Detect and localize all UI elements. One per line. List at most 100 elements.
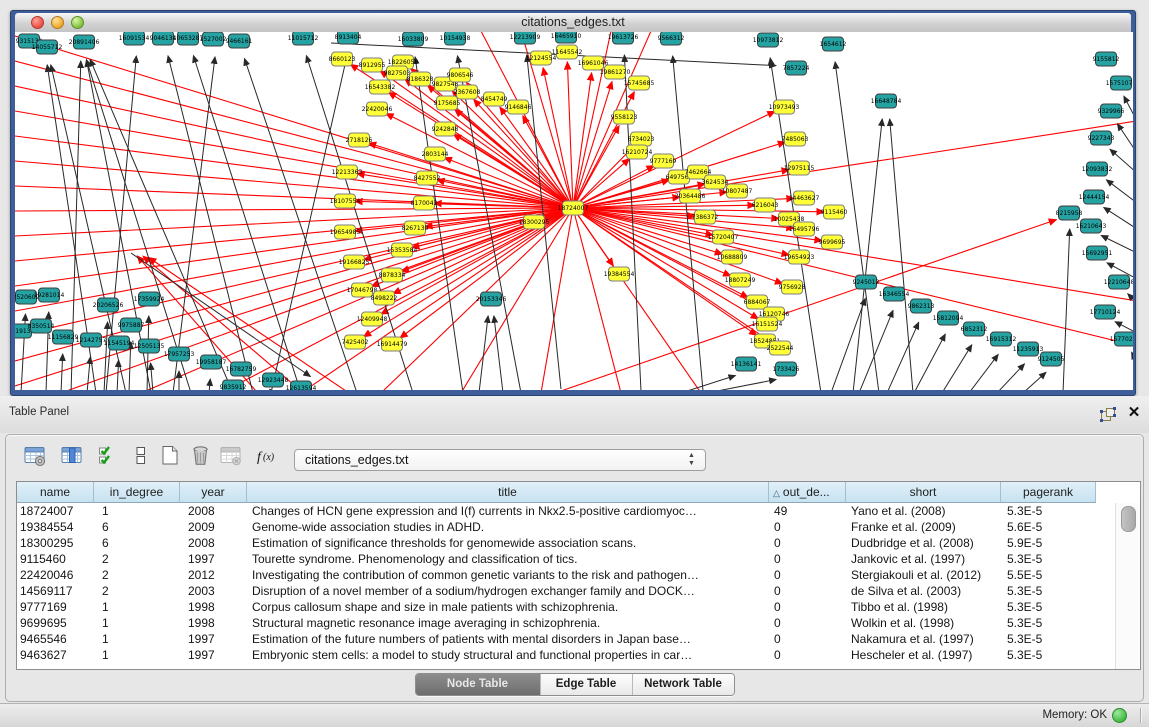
graph-node[interactable]: 8267130: [402, 221, 429, 235]
graph-node[interactable]: 7386372: [692, 210, 719, 224]
graph-node[interactable]: 14055712: [32, 40, 63, 54]
column-header-out_de[interactable]: △out_de...: [769, 482, 846, 503]
citation-network-graph[interactable]: 8660123891295518226058982750316543382818…: [15, 32, 1133, 390]
graph-node[interactable]: 10688809: [717, 250, 748, 264]
graph-node[interactable]: 9566312: [658, 32, 685, 45]
graph-node[interactable]: 9835912: [220, 380, 247, 390]
graph-node[interactable]: 9558123: [611, 110, 638, 124]
graph-node[interactable]: 16961046: [578, 56, 609, 70]
graph-node[interactable]: 8186328: [407, 72, 434, 86]
tab-node-table[interactable]: Node Table: [416, 674, 540, 695]
graph-node[interactable]: 12210648: [1104, 275, 1133, 289]
graph-node[interactable]: 12093832: [1082, 162, 1113, 176]
float-panel-icon[interactable]: [1100, 407, 1116, 422]
graph-node[interactable]: 12975115: [784, 161, 815, 175]
graph-node[interactable]: 18807249: [725, 273, 756, 287]
select-attributes-icon[interactable]: [98, 445, 124, 469]
graph-node[interactable]: 16914479: [377, 337, 408, 351]
graph-node[interactable]: 16210643: [1076, 219, 1107, 233]
graph-node[interactable]: 3624534: [702, 175, 729, 189]
graph-node[interactable]: 8215958: [1056, 206, 1083, 220]
graph-node[interactable]: 18107554: [330, 194, 361, 208]
close-panel-icon[interactable]: ✕: [1126, 404, 1142, 422]
graph-node[interactable]: 8454749: [481, 92, 508, 106]
graph-node[interactable]: 15812094: [933, 311, 964, 325]
network-canvas[interactable]: 8660123891295518226058982750316543382818…: [15, 32, 1133, 390]
graph-node[interactable]: 11545194: [104, 336, 135, 350]
graph-node[interactable]: 9155812: [1093, 52, 1120, 66]
new-table-icon[interactable]: [159, 445, 185, 469]
import-table-disabled-icon[interactable]: [220, 445, 246, 469]
memory-status-icon[interactable]: [1112, 708, 1127, 723]
graph-node[interactable]: 16465910: [551, 32, 582, 43]
graph-node[interactable]: 11235913: [1013, 342, 1044, 356]
graph-node[interactable]: 1733426: [773, 362, 800, 376]
table-row[interactable]: 946554611997Estimation of the future num…: [17, 631, 1096, 647]
graph-node[interactable]: 9245012: [853, 275, 880, 289]
table-row[interactable]: 2242004622012Investigating the contribut…: [17, 567, 1096, 583]
graph-node[interactable]: 9862313: [908, 299, 935, 313]
column-header-year[interactable]: year: [180, 482, 247, 503]
graph-node[interactable]: 7425402: [342, 335, 369, 349]
graph-node[interactable]: 19958187: [196, 355, 227, 369]
graph-node[interactable]: 20206526: [93, 298, 124, 312]
graph-node[interactable]: 17710124: [1090, 305, 1121, 319]
graph-node[interactable]: 11015712: [288, 32, 319, 45]
table-row[interactable]: 1830029562008Estimation of significance …: [17, 535, 1096, 551]
graph-node[interactable]: 10973812: [753, 33, 784, 47]
tab-network-table[interactable]: Network Table: [632, 674, 734, 695]
column-header-pagerank[interactable]: pagerank: [1001, 482, 1096, 503]
column-select-icon[interactable]: [61, 445, 87, 469]
graph-node[interactable]: 17359924: [134, 292, 165, 306]
table-settings-icon[interactable]: [24, 445, 50, 469]
network-window-titlebar[interactable]: citations_edges.txt: [15, 13, 1131, 33]
graph-node[interactable]: 20153346: [476, 292, 507, 306]
graph-node[interactable]: 18300295: [519, 215, 550, 229]
graph-node[interactable]: 17957253: [164, 347, 195, 361]
delete-table-icon[interactable]: [190, 445, 216, 469]
graph-node[interactable]: 15720407: [708, 230, 739, 244]
graph-node[interactable]: 22420046: [362, 102, 393, 116]
graph-node[interactable]: 16091534: [119, 32, 150, 45]
graph-node[interactable]: 9146846: [505, 100, 532, 114]
row-height-icon[interactable]: [130, 445, 156, 469]
graph-node[interactable]: 6216043: [752, 198, 779, 212]
graph-node[interactable]: 16346554: [879, 287, 910, 301]
graph-node[interactable]: 15751074: [1106, 76, 1133, 90]
graph-node[interactable]: 12142757: [76, 333, 107, 347]
graph-node[interactable]: 12409948: [357, 312, 388, 326]
graph-node[interactable]: 16033809: [398, 32, 429, 46]
graph-node[interactable]: 8660123: [329, 52, 356, 66]
graph-node[interactable]: 19613726: [608, 32, 639, 44]
column-header-short[interactable]: short: [846, 482, 1001, 503]
table-row[interactable]: 977716911998Corpus callosum shape and si…: [17, 599, 1096, 615]
graph-node[interactable]: 8878334: [379, 268, 406, 282]
graph-node[interactable]: 8913404: [335, 32, 362, 44]
table-row[interactable]: 1872400712008Changes of HCN gene express…: [17, 503, 1096, 519]
graph-node[interactable]: 9242848: [432, 122, 459, 136]
graph-node[interactable]: 1654612: [820, 37, 847, 51]
graph-node[interactable]: 19654985: [330, 225, 361, 239]
graph-node[interactable]: 9115460: [821, 205, 848, 219]
graph-node[interactable]: 9756928: [779, 280, 806, 294]
graph-node[interactable]: 6734023: [628, 132, 655, 146]
graph-node[interactable]: 8170043: [411, 196, 438, 210]
graph-node[interactable]: 19861270: [600, 65, 631, 79]
graph-node[interactable]: 9175685: [434, 96, 461, 110]
graph-node[interactable]: 2718126: [346, 133, 373, 147]
table-row[interactable]: 1938455462009Genome-wide association stu…: [17, 519, 1096, 535]
graph-node[interactable]: 19166825: [339, 255, 370, 269]
graph-node[interactable]: 19281014: [34, 288, 65, 302]
graph-node[interactable]: 7485063: [782, 132, 809, 146]
graph-node[interactable]: 7857224: [783, 61, 810, 75]
table-row[interactable]: 946362711997Embryonic stem cells: a mode…: [17, 647, 1096, 663]
graph-node[interactable]: 9777169: [650, 154, 677, 168]
table-selector-dropdown[interactable]: citations_edges.txt ▲▼: [294, 449, 706, 471]
graph-node[interactable]: 12444154: [1079, 190, 1110, 204]
graph-node[interactable]: 16648784: [871, 94, 902, 108]
graph-node[interactable]: 15692951: [1082, 246, 1113, 260]
graph-node[interactable]: 14136141: [731, 357, 762, 371]
graph-node[interactable]: 8912955: [359, 58, 386, 72]
graph-node[interactable]: 19384554: [604, 267, 635, 281]
graph-node[interactable]: 12505135: [134, 339, 165, 353]
